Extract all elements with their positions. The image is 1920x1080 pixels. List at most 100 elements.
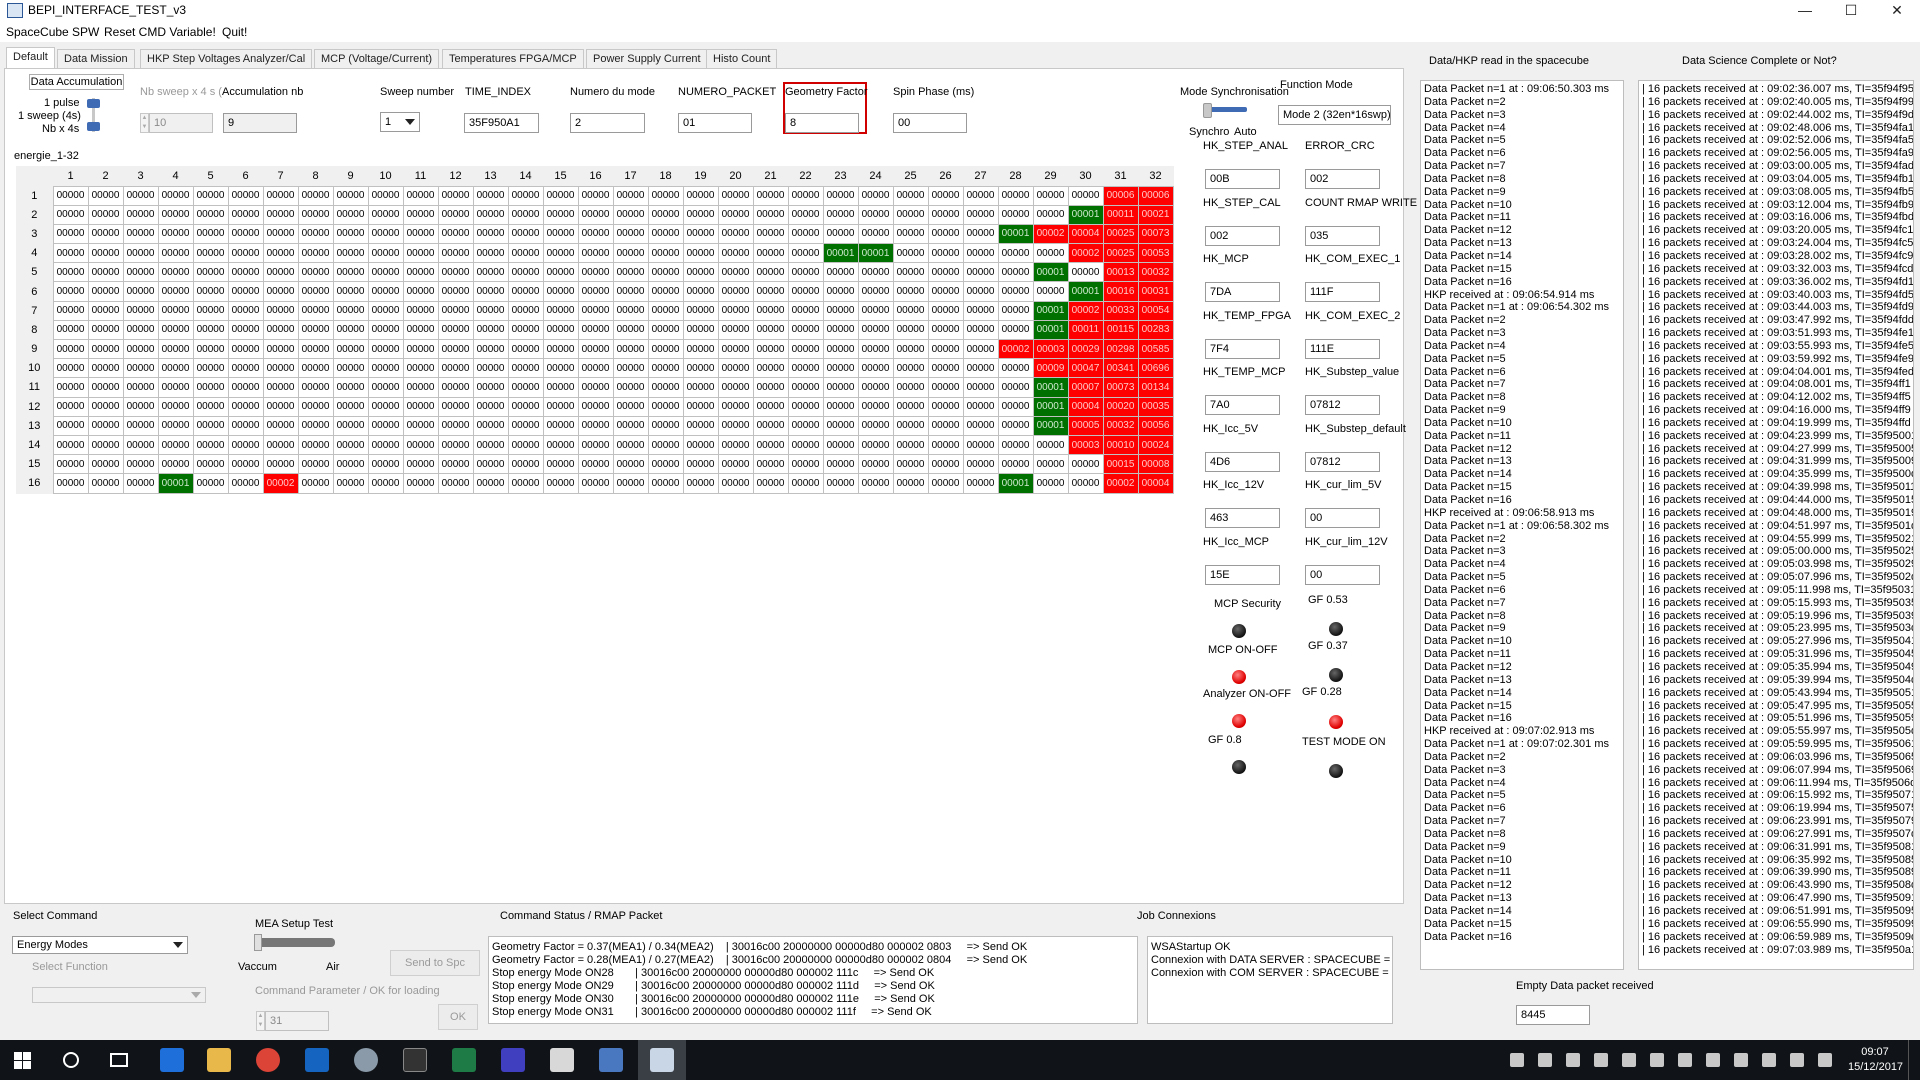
grid-cell[interactable]: 00000 — [192, 415, 229, 436]
grid-cell[interactable]: 00000 — [927, 338, 964, 360]
grid-cell[interactable]: 00032 — [1102, 415, 1139, 436]
grid-cell[interactable]: 00000 — [507, 319, 544, 341]
grid-cell[interactable]: 00000 — [647, 454, 684, 475]
grid-cell[interactable]: 00000 — [157, 243, 194, 264]
grid-cell[interactable]: 00000 — [297, 454, 334, 475]
grid-cell[interactable]: 00000 — [717, 338, 754, 360]
grid-cell[interactable]: 00000 — [332, 281, 369, 302]
grid-cell[interactable]: 00000 — [927, 262, 964, 283]
grid-cell[interactable]: 00000 — [227, 377, 264, 398]
grid-cell[interactable]: 00000 — [192, 281, 229, 302]
grid-cell[interactable]: 00000 — [402, 434, 439, 456]
grid-cell[interactable]: 00000 — [507, 300, 544, 321]
grid-cell[interactable]: 00000 — [367, 415, 404, 436]
grid-cell[interactable]: 00000 — [927, 300, 964, 321]
grid-cell[interactable]: 00000 — [472, 396, 509, 417]
grid-cell[interactable]: 00000 — [402, 262, 439, 283]
grid-cell[interactable]: 00000 — [402, 281, 439, 302]
grid-cell[interactable]: 00047 — [1067, 358, 1104, 379]
grid-cell[interactable]: 00000 — [682, 204, 719, 225]
tray-icon[interactable] — [1706, 1053, 1720, 1067]
grid-cell[interactable]: 00000 — [682, 377, 719, 398]
grid-cell[interactable]: 00000 — [787, 262, 824, 283]
grid-cell[interactable]: 00000 — [752, 281, 789, 302]
grid-cell[interactable]: 00000 — [402, 204, 439, 225]
grid-cell[interactable]: 00000 — [437, 262, 474, 283]
grid-cell[interactable]: 00000 — [787, 185, 824, 206]
grid-cell[interactable]: 00035 — [1137, 396, 1174, 417]
search-icon[interactable] — [63, 1052, 79, 1068]
menu-spacecube-spw[interactable]: SpaceCube SPW — [6, 25, 99, 39]
tab-histo-count[interactable]: Histo Count — [706, 49, 778, 69]
function-mode-field[interactable]: Mode 2 (32en*16swp) — [1278, 105, 1391, 125]
grid-cell[interactable]: 00000 — [1067, 454, 1104, 475]
grid-cell[interactable]: 00000 — [822, 281, 859, 302]
grid-cell[interactable]: 00000 — [262, 319, 299, 341]
grid-cell[interactable]: 00000 — [787, 473, 824, 494]
grid-cell[interactable]: 00000 — [997, 358, 1034, 379]
grid-cell[interactable]: 00000 — [87, 319, 124, 341]
grid-cell[interactable]: 00000 — [682, 185, 719, 206]
grid-cell[interactable]: 00000 — [717, 223, 754, 245]
grid-cell[interactable]: 00000 — [87, 338, 124, 360]
grid-cell[interactable]: 00001 — [1032, 377, 1069, 398]
grid-cell[interactable]: 00000 — [367, 358, 404, 379]
hk-value-field[interactable]: 7DA — [1205, 282, 1280, 302]
bepi-interface-icon[interactable] — [650, 1048, 674, 1072]
grid-cell[interactable]: 00000 — [507, 415, 544, 436]
grid-cell[interactable]: 00000 — [822, 223, 859, 245]
grid-cell[interactable]: 00000 — [717, 281, 754, 302]
grid-cell[interactable]: 00000 — [227, 281, 264, 302]
grid-cell[interactable]: 00000 — [87, 223, 124, 245]
command-status-log[interactable]: Geometry Factor = 0.37(MEA1) / 0.34(MEA2… — [488, 936, 1138, 1024]
grid-cell[interactable]: 00000 — [962, 377, 999, 398]
grid-cell[interactable]: 00000 — [857, 300, 894, 321]
grid-cell[interactable]: 00000 — [927, 319, 964, 341]
grid-cell[interactable]: 00000 — [997, 377, 1034, 398]
tab-hkp-step-voltages[interactable]: HKP Step Voltages Analyzer/Cal — [140, 49, 313, 69]
grid-cell[interactable]: 00000 — [542, 300, 579, 321]
grid-cell[interactable]: 00000 — [157, 338, 194, 360]
grid-cell[interactable]: 00000 — [647, 281, 684, 302]
grid-cell[interactable]: 00000 — [962, 415, 999, 436]
grid-cell[interactable]: 00000 — [367, 281, 404, 302]
grid-cell[interactable]: 00000 — [52, 473, 89, 494]
grid-cell[interactable]: 00000 — [752, 185, 789, 206]
grid-cell[interactable]: 00010 — [1102, 434, 1139, 456]
grid-cell[interactable]: 00000 — [577, 338, 614, 360]
grid-cell[interactable]: 00000 — [472, 454, 509, 475]
grid-cell[interactable]: 00000 — [332, 434, 369, 456]
grid-cell[interactable]: 00000 — [612, 358, 649, 379]
grid-cell[interactable]: 00000 — [717, 377, 754, 398]
grid-cell[interactable]: 00000 — [367, 185, 404, 206]
tray-icon[interactable] — [1566, 1053, 1580, 1067]
grid-cell[interactable]: 00000 — [857, 281, 894, 302]
grid-cell[interactable]: 00004 — [1067, 223, 1104, 245]
grid-cell[interactable]: 00000 — [647, 262, 684, 283]
hk-value-field[interactable]: 07812 — [1305, 451, 1380, 472]
grid-cell[interactable]: 00000 — [507, 358, 544, 379]
grid-cell[interactable]: 00013 — [1102, 262, 1139, 283]
grid-cell[interactable]: 00000 — [297, 204, 334, 225]
grid-cell[interactable]: 00003 — [1067, 434, 1104, 456]
empty-packet-field[interactable]: 8445 — [1516, 1005, 1590, 1025]
grid-cell[interactable]: 00000 — [717, 415, 754, 436]
grid-cell[interactable]: 00000 — [402, 185, 439, 206]
grid-cell[interactable]: 00000 — [192, 204, 229, 225]
grid-cell[interactable]: 00000 — [542, 204, 579, 225]
mea-slider-thumb[interactable] — [254, 934, 262, 951]
hk-value-field[interactable]: 035 — [1305, 225, 1380, 246]
grid-cell[interactable]: 00000 — [542, 434, 579, 456]
grid-cell[interactable]: 00000 — [157, 415, 194, 436]
grid-cell[interactable]: 00000 — [332, 262, 369, 283]
grid-cell[interactable]: 00000 — [962, 185, 999, 206]
grid-cell[interactable]: 00000 — [857, 185, 894, 206]
grid-cell[interactable]: 00020 — [1102, 396, 1139, 417]
grid-cell[interactable]: 00000 — [647, 434, 684, 456]
grid-cell[interactable]: 00000 — [227, 204, 264, 225]
grid-cell[interactable]: 00000 — [962, 281, 999, 302]
grid-cell[interactable]: 00000 — [542, 319, 579, 341]
grid-cell[interactable]: 00011 — [1067, 319, 1104, 341]
grid-cell[interactable]: 00000 — [87, 358, 124, 379]
grid-cell[interactable]: 00000 — [927, 281, 964, 302]
